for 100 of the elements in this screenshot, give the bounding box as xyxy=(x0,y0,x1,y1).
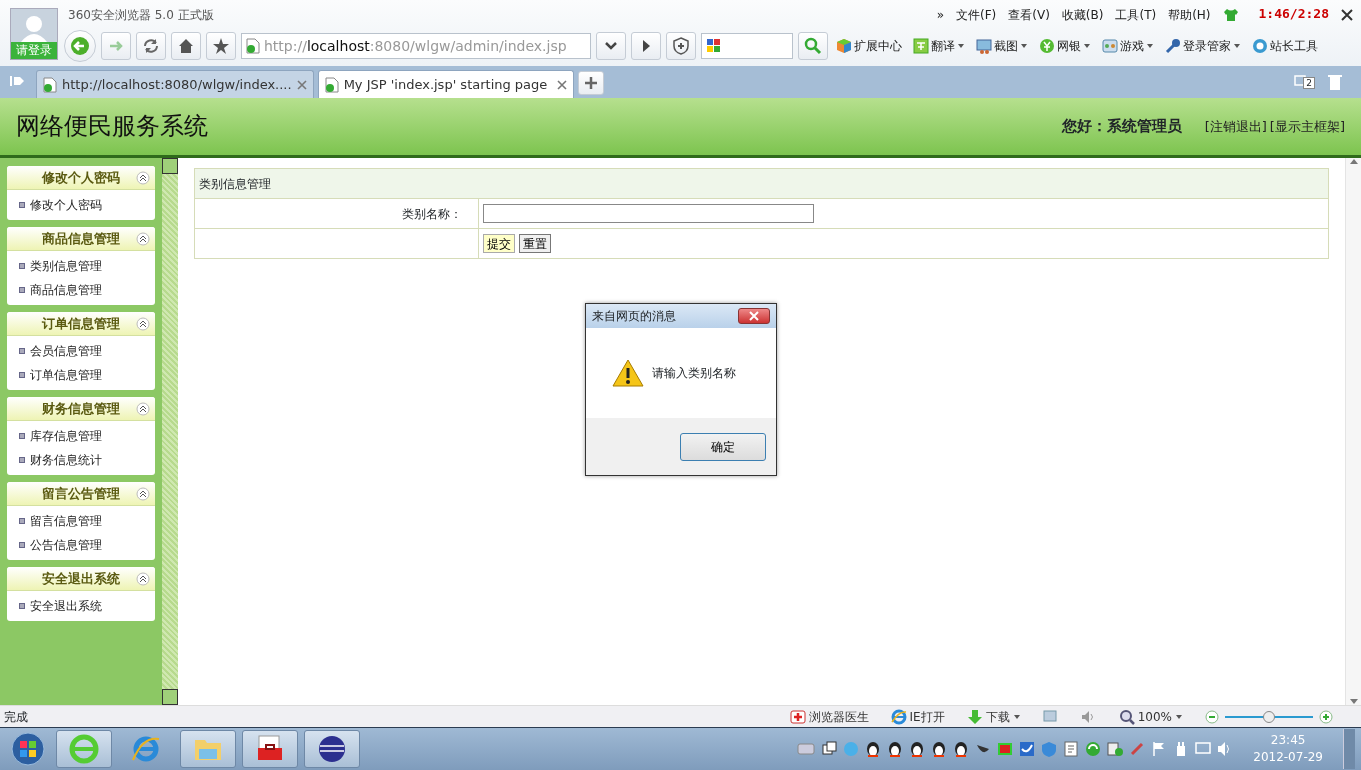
menu-link[interactable]: 类别信息管理 xyxy=(7,254,155,278)
name-input-field[interactable] xyxy=(483,204,814,223)
sync-icon[interactable] xyxy=(1085,741,1102,757)
home-button[interactable] xyxy=(171,32,201,60)
zoom-button[interactable]: 100% xyxy=(1118,707,1183,726)
close-button[interactable] xyxy=(738,308,770,324)
menu-link[interactable]: 商品信息管理 xyxy=(7,278,155,302)
sidebar-toggle-icon[interactable] xyxy=(10,74,26,88)
form-button[interactable]: 提交 xyxy=(483,234,515,253)
menu-link[interactable]: 会员信息管理 xyxy=(7,339,155,363)
search-button[interactable] xyxy=(798,32,828,60)
collapse-icon xyxy=(136,572,150,586)
penguin-icon[interactable] xyxy=(909,741,926,757)
ie-icon xyxy=(131,734,161,764)
eclipse-icon xyxy=(317,734,347,764)
zoom-out-icon[interactable] xyxy=(1205,709,1219,724)
menu-panel-header[interactable]: 订单信息管理 xyxy=(7,312,155,336)
address-field[interactable]: http://localhost:8080/wlgw/admin/index.jsp xyxy=(241,33,591,59)
refresh-icon xyxy=(142,37,160,55)
page-icon xyxy=(43,76,57,93)
new-tab-button[interactable] xyxy=(577,71,604,95)
notepad-icon[interactable] xyxy=(1063,741,1080,757)
header-link[interactable]: [显示主框架] xyxy=(1269,116,1345,137)
status-button[interactable]: IE打开 xyxy=(890,707,945,726)
bullet-icon xyxy=(19,263,25,269)
monitor-icon[interactable] xyxy=(1195,741,1212,757)
toolbar-button[interactable]: 网银 xyxy=(1036,37,1094,55)
menu-panel-header[interactable]: 安全退出系统 xyxy=(7,567,155,591)
windows-logo-icon xyxy=(11,732,45,766)
closed-tabs-button[interactable]: 2 xyxy=(1294,75,1315,89)
menu-link[interactable]: 安全退出系统 xyxy=(7,594,155,618)
menu-item[interactable]: 收藏(B) xyxy=(1061,6,1104,24)
menu-link[interactable]: 订单信息管理 xyxy=(7,363,155,387)
search-field[interactable] xyxy=(701,33,793,59)
forward-button[interactable] xyxy=(101,32,131,60)
status-button[interactable]: 下载 xyxy=(966,707,1021,726)
collapse-sidebar-button[interactable] xyxy=(162,158,178,174)
menu-panel-header[interactable]: 留言公告管理 xyxy=(7,482,155,506)
gamepad-icon xyxy=(1102,38,1118,54)
form-heading: 类别信息管理 xyxy=(194,168,1329,199)
menu-link[interactable]: 财务信息统计 xyxy=(7,448,155,472)
menu-link[interactable]: 公告信息管理 xyxy=(7,533,155,557)
menu-item[interactable]: 查看(V) xyxy=(1008,6,1050,24)
collapse-icon xyxy=(136,171,150,185)
bullet-icon xyxy=(19,603,25,609)
ie-icon xyxy=(890,708,907,725)
bullet-icon xyxy=(19,372,25,378)
toolbar-button[interactable]: 扩展中心 xyxy=(833,37,905,55)
penguin-icon[interactable] xyxy=(887,741,904,757)
cube-icon xyxy=(836,38,852,54)
taskbar-app[interactable] xyxy=(304,730,360,768)
menu-item[interactable]: 文件(F) xyxy=(956,6,997,24)
taskbar-app[interactable] xyxy=(242,730,298,768)
menu-panel-header[interactable]: 商品信息管理 xyxy=(7,227,155,251)
penguin-icon[interactable] xyxy=(931,741,948,757)
refresh-button[interactable] xyxy=(136,32,166,60)
browser-tab[interactable]: My JSP 'index.jsp' starting page xyxy=(317,70,574,98)
keyboard-icon[interactable] xyxy=(797,743,816,755)
menu-link[interactable]: 留言信息管理 xyxy=(7,509,155,533)
toolbar-button[interactable]: 登录管家 xyxy=(1162,37,1244,55)
toolbar-button[interactable]: 游戏 xyxy=(1099,37,1157,55)
menu-panel-header[interactable]: 财务信息管理 xyxy=(7,397,155,421)
status-text: 完成 xyxy=(4,708,28,726)
zoom-in-icon[interactable] xyxy=(1319,709,1333,724)
header-link[interactable]: [注销退出] xyxy=(1204,116,1267,137)
menu-link[interactable]: 修改个人密码 xyxy=(7,193,155,217)
go-button[interactable] xyxy=(631,32,661,60)
menu-panel-header[interactable]: 修改个人密码 xyxy=(7,166,155,190)
toolbar-button[interactable]: 站长工具 xyxy=(1249,37,1321,55)
dialog-message: 请输入类别名称 xyxy=(652,365,736,382)
browser-tab[interactable]: http://localhost:8080/wlgw/index.... xyxy=(36,70,314,98)
window-title: 360安全浏览器 5.0 正式版 xyxy=(68,7,214,24)
field-label: 类别名称： xyxy=(194,198,479,229)
shirt-icon[interactable] xyxy=(1222,8,1239,22)
trash-icon[interactable] xyxy=(1327,73,1343,91)
status-button[interactable]: 浏览器医生 xyxy=(789,707,869,726)
back-button[interactable] xyxy=(64,30,96,62)
menu-item[interactable]: 帮助(H) xyxy=(1168,6,1211,24)
app-icon[interactable] xyxy=(1019,741,1036,757)
form-button[interactable]: 重置 xyxy=(519,234,551,253)
more-menu-button[interactable]: » xyxy=(936,6,944,24)
toolbar-button[interactable]: 截图 xyxy=(973,37,1031,55)
favorites-button[interactable] xyxy=(206,32,236,60)
windows-icon[interactable] xyxy=(821,741,838,757)
security-button[interactable] xyxy=(666,32,696,60)
dropdown-button[interactable] xyxy=(596,32,626,60)
slider-thumb[interactable] xyxy=(1263,710,1275,723)
penguin-icon[interactable] xyxy=(865,741,882,757)
collapse-icon xyxy=(136,402,150,416)
ok-button[interactable]: 确定 xyxy=(680,432,766,461)
scroll-down-button[interactable] xyxy=(162,689,178,705)
user-icon xyxy=(19,14,49,42)
greeting-text: 您好：系统管理员 xyxy=(1061,116,1182,138)
menu-link[interactable]: 库存信息管理 xyxy=(7,424,155,448)
close-icon[interactable] xyxy=(1341,9,1353,21)
show-desktop-button[interactable] xyxy=(1343,729,1355,769)
toolbar-button[interactable]: 翻译 xyxy=(910,37,968,55)
penguin-icon[interactable] xyxy=(953,741,970,757)
home-icon xyxy=(177,37,195,55)
menu-item[interactable]: 工具(T) xyxy=(1115,6,1157,24)
